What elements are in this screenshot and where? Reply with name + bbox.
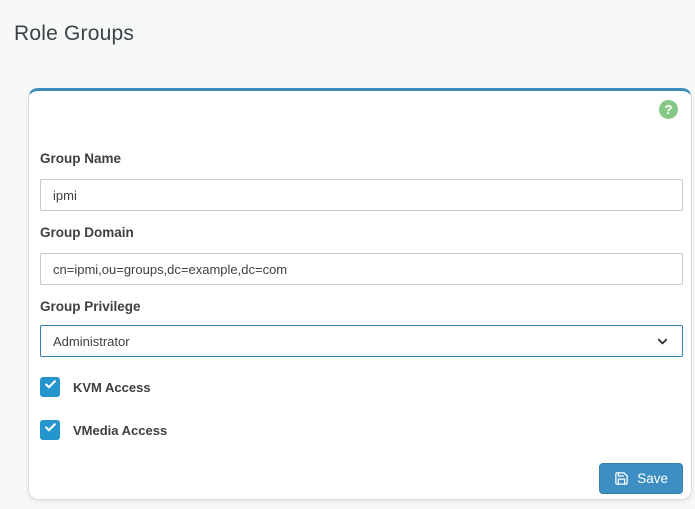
group-domain-input[interactable] bbox=[40, 253, 683, 285]
chevron-down-icon bbox=[655, 334, 670, 349]
vmedia-access-checkbox[interactable] bbox=[40, 420, 60, 440]
kvm-access-row: KVM Access bbox=[40, 377, 151, 397]
page-title: Role Groups bbox=[14, 22, 134, 46]
save-button[interactable]: Save bbox=[599, 463, 683, 494]
help-icon[interactable]: ? bbox=[659, 100, 678, 119]
vmedia-access-label: VMedia Access bbox=[73, 423, 167, 438]
save-floppy-icon bbox=[614, 471, 629, 486]
group-name-label: Group Name bbox=[40, 151, 121, 166]
group-privilege-selected-value: Administrator bbox=[53, 334, 130, 349]
group-privilege-select[interactable]: Administrator bbox=[40, 325, 683, 357]
kvm-access-label: KVM Access bbox=[73, 380, 151, 395]
vmedia-access-row: VMedia Access bbox=[40, 420, 167, 440]
save-button-label: Save bbox=[637, 471, 668, 486]
checkmark-icon bbox=[44, 378, 57, 396]
group-domain-label: Group Domain bbox=[40, 225, 134, 240]
group-name-input[interactable] bbox=[40, 179, 683, 211]
kvm-access-checkbox[interactable] bbox=[40, 377, 60, 397]
group-privilege-label: Group Privilege bbox=[40, 299, 141, 314]
checkmark-icon bbox=[44, 421, 57, 439]
role-group-card: ? Group Name Group Domain Group Privileg… bbox=[28, 88, 692, 500]
